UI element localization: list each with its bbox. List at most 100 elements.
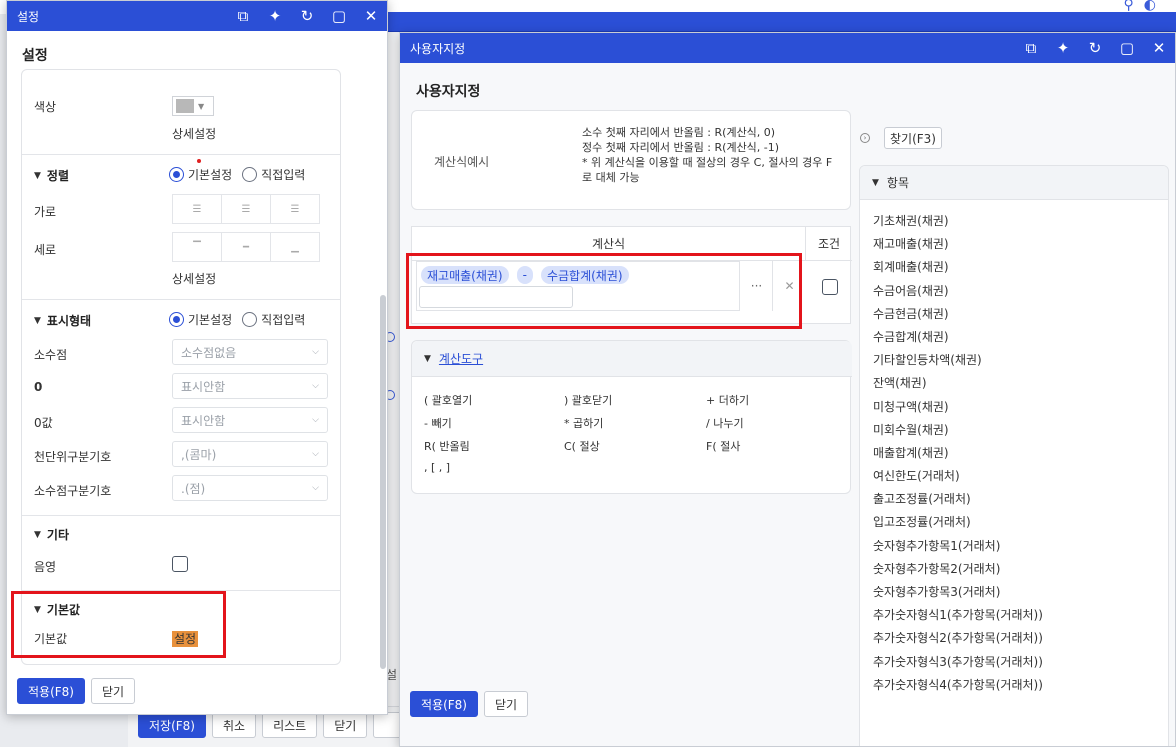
list-item[interactable]: 미회수월(채권) <box>873 421 1168 444</box>
list-item[interactable]: 숫자형추가항목2(거래처) <box>873 560 1168 583</box>
pin-icon[interactable]: ✦ <box>267 1 283 31</box>
popout-icon[interactable]: ⧉ <box>1023 33 1039 63</box>
background-toolbar-icons: ⚲ ◐ <box>1124 0 1156 12</box>
list-item[interactable]: 기타할인등차액(채권) <box>873 351 1168 374</box>
list-item[interactable]: 수금어음(채권) <box>873 282 1168 305</box>
align-center-button[interactable]: ☰ <box>222 195 271 223</box>
decimal-select[interactable]: 소수점없음 ⌵ <box>172 339 328 365</box>
align-section-title[interactable]: ▼ 정렬 <box>34 167 69 184</box>
list-item[interactable]: 추가숫자형식2(추가항목(거래처)) <box>873 629 1168 652</box>
tool-add[interactable]: + 더하기 <box>706 392 749 408</box>
collapse-triangle-icon: ▼ <box>872 177 879 188</box>
tools-header[interactable]: ▼ 계산도구 <box>412 341 852 377</box>
zero-select[interactable]: 표시안함 ⌵ <box>172 373 328 399</box>
thousands-separator-label: 천단위구분기호 <box>34 450 112 464</box>
tool-open-paren[interactable]: ( 괄호열기 <box>424 392 472 408</box>
list-item[interactable]: 미청구액(채권) <box>873 398 1168 421</box>
refresh-icon[interactable]: ↻ <box>299 1 315 31</box>
list-item[interactable]: 입고조정률(거래처) <box>873 513 1168 536</box>
list-item[interactable]: 재고매출(채권) <box>873 235 1168 258</box>
list-item[interactable]: 잔액(채권) <box>873 374 1168 397</box>
list-item[interactable]: 숫자형추가항목1(거래처) <box>873 537 1168 560</box>
tool-floor[interactable]: F( 절사 <box>706 438 740 454</box>
tool-close-paren[interactable]: ) 괄호닫기 <box>564 392 612 408</box>
color-detail-link[interactable]: 상세설정 <box>172 125 216 142</box>
help-icon[interactable]: ◐ <box>1144 0 1156 12</box>
decimal-label: 소수점 <box>34 348 68 362</box>
background-list-button[interactable]: 리스트 <box>262 712 318 738</box>
align-radio-default[interactable]: 기본설정 <box>169 166 232 183</box>
list-item[interactable]: 숫자형추가항목3(거래처) <box>873 583 1168 606</box>
etc-section-title[interactable]: ▼ 기타 <box>34 526 69 543</box>
align-left-button[interactable]: ☰ <box>173 195 222 223</box>
vertical-align-group: ▔ ━ ▁ <box>172 232 320 262</box>
display-radio-direct[interactable]: 직접입력 <box>242 311 305 328</box>
custom-close-button[interactable]: 닫기 <box>484 691 529 717</box>
shadow-checkbox[interactable] <box>172 556 188 572</box>
thousands-separator-select[interactable]: ,(콤마) ⌵ <box>172 441 328 467</box>
chevron-down-icon: ⌵ <box>312 381 319 391</box>
custom-apply-button[interactable]: 적용(F8) <box>410 691 478 717</box>
example-card: 계산식예시 소수 첫째 자리에서 반올림 : R(계산식, 0) 정수 첫째 자… <box>411 110 851 210</box>
divider <box>22 154 340 155</box>
align-middle-button[interactable]: ━ <box>222 233 271 261</box>
example-label: 계산식예시 <box>434 155 490 169</box>
close-icon[interactable]: ✕ <box>363 1 379 31</box>
items-title: 항목 <box>886 176 910 190</box>
example-line: * 위 계산식을 이용할 때 절상의 경우 C, 절사의 경우 F로 대체 가능 <box>582 156 833 184</box>
tool-multiply[interactable]: * 곱하기 <box>564 415 603 431</box>
collapse-triangle-icon: ▼ <box>34 170 41 181</box>
tool-round[interactable]: R( 반올림 <box>424 438 470 454</box>
settings-apply-button[interactable]: 적용(F8) <box>17 678 85 704</box>
background-close-button[interactable]: 닫기 <box>323 712 368 738</box>
list-item[interactable]: 추가숫자형식1(추가항목(거래처)) <box>873 606 1168 629</box>
condition-checkbox[interactable] <box>822 279 838 295</box>
list-item[interactable]: 여신한도(거래처) <box>873 467 1168 490</box>
close-icon[interactable]: ✕ <box>1151 33 1167 63</box>
tool-divide[interactable]: / 나누기 <box>706 415 744 431</box>
indicator-dot <box>197 159 201 163</box>
refresh-icon[interactable]: ↻ <box>1087 33 1103 63</box>
list-item[interactable]: 수금현금(채권) <box>873 305 1168 328</box>
display-section-title[interactable]: ▼ 표시형태 <box>34 312 91 329</box>
maximize-icon[interactable]: ▢ <box>1119 33 1135 63</box>
search-icon[interactable]: ⚲ <box>1124 0 1134 12</box>
list-item[interactable]: 출고조정률(거래처) <box>873 490 1168 513</box>
radio-circle <box>242 167 258 182</box>
list-item[interactable]: 회계매출(채권) <box>873 258 1168 281</box>
chevron-down-icon: ⌵ <box>312 449 319 459</box>
decimal-separator-select[interactable]: .(점) ⌵ <box>172 475 328 501</box>
tool-subtract[interactable]: - 빼기 <box>424 415 452 431</box>
pin-icon[interactable]: ✦ <box>1055 33 1071 63</box>
background-cancel-button[interactable]: 취소 <box>211 712 257 738</box>
background-save-button[interactable]: 저장(F8) <box>138 712 206 738</box>
list-item[interactable]: 기초채권(채권) <box>873 212 1168 235</box>
expand-icon[interactable]: › <box>860 133 870 143</box>
color-picker[interactable]: ▼ <box>172 96 214 116</box>
settings-close-button[interactable]: 닫기 <box>91 678 136 704</box>
color-label: 색상 <box>34 100 57 114</box>
maximize-icon[interactable]: ▢ <box>331 1 347 31</box>
tool-ceil[interactable]: C( 절상 <box>564 438 600 454</box>
align-radio-direct[interactable]: 직접입력 <box>242 166 305 183</box>
align-right-button[interactable]: ☰ <box>271 195 319 223</box>
zero-value-select[interactable]: 표시안함 ⌵ <box>172 407 328 433</box>
align-top-button[interactable]: ▔ <box>173 233 222 261</box>
tool-bracket[interactable]: , [ , ] <box>424 461 450 474</box>
list-item[interactable]: 매출합계(채권) <box>873 444 1168 467</box>
align-title-text: 정렬 <box>46 169 70 183</box>
list-item[interactable]: 추가숫자형식4(추가항목(거래처)) <box>873 676 1168 699</box>
scrollbar[interactable] <box>380 295 386 669</box>
popout-icon[interactable]: ⧉ <box>235 1 251 31</box>
list-item[interactable]: 수금합계(채권) <box>873 328 1168 351</box>
list-item[interactable]: 추가숫자형식3(추가항목(거래처)) <box>873 653 1168 676</box>
collapse-triangle-icon: ▼ <box>34 529 41 540</box>
align-bottom-button[interactable]: ▁ <box>271 233 319 261</box>
align-detail-link[interactable]: 상세설정 <box>172 270 216 287</box>
items-header[interactable]: ▼ 항목 <box>860 166 1168 200</box>
find-button[interactable]: 찾기(F3) <box>884 127 942 149</box>
display-radio-default[interactable]: 기본설정 <box>169 311 232 328</box>
caret-down-icon: ▼ <box>198 101 205 111</box>
settings-card: 색상 ▼ 상세설정 ▼ 정렬 기본설정 직접입력 가로 ☰ ☰ ☰ 세로 ▔ ━… <box>21 69 341 665</box>
window-controls: ⧉ ✦ ↻ ▢ ✕ <box>1023 33 1167 63</box>
